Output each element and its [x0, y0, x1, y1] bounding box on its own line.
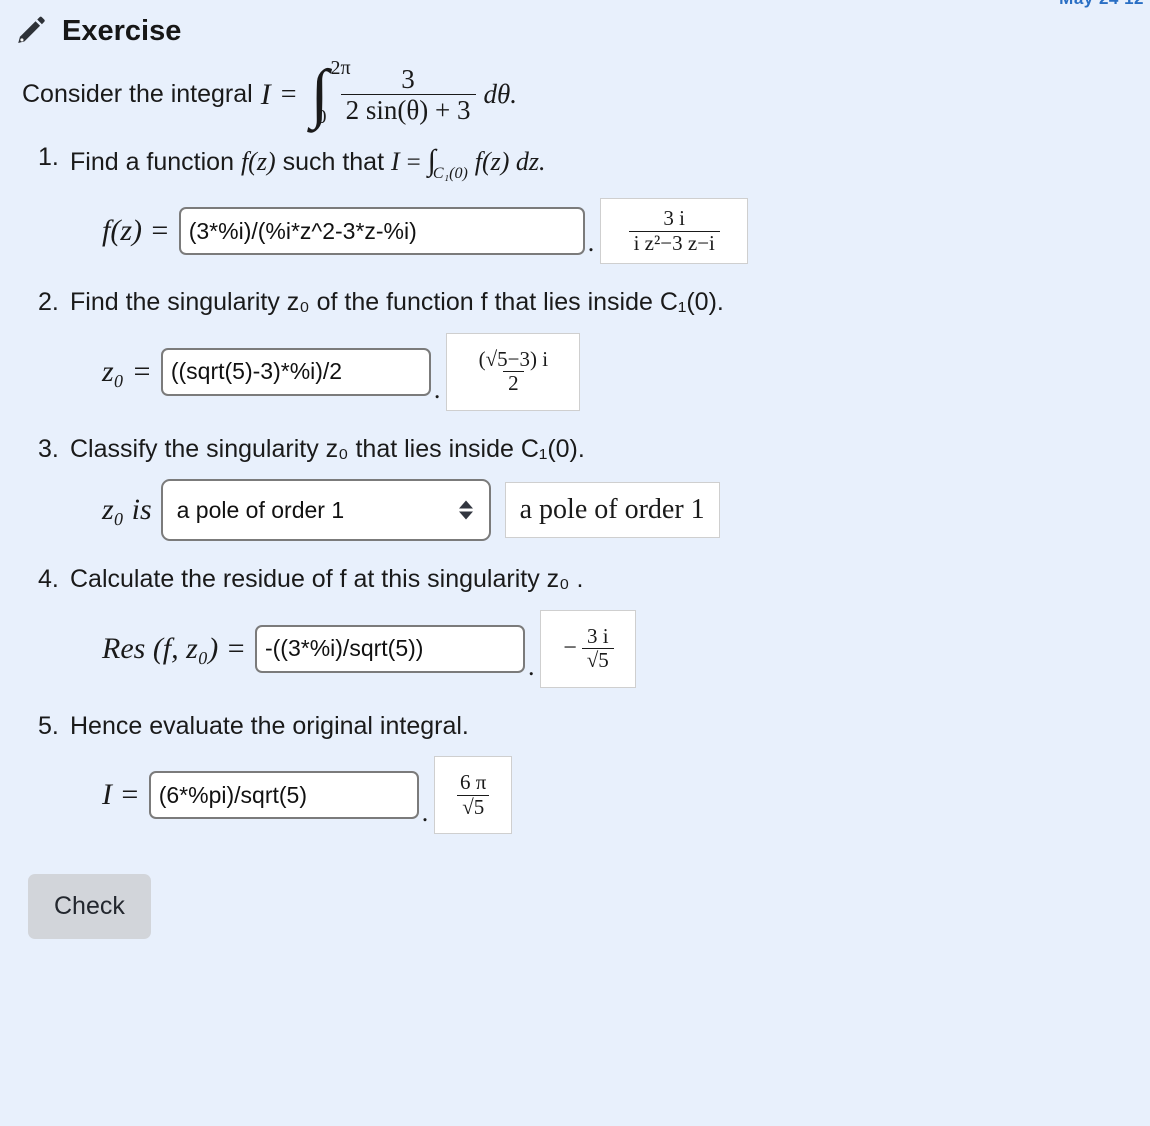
question-5-prompt: 5. Hence evaluate the original integral.	[38, 710, 1150, 743]
question-1-prompt: 1. Find a function f(z) such that I = ∫C…	[38, 141, 1150, 184]
intro-variable: I	[260, 77, 271, 111]
question-3-number: 3.	[38, 434, 59, 463]
question-1-answer-label: f(z) =	[102, 214, 170, 248]
preview-5-numerator: 6 π	[460, 770, 487, 795]
question-3-answer-row: z₀ is a pole of order 1 a pole of order …	[70, 479, 1150, 542]
question-5-answer-label: I =	[102, 778, 140, 812]
integral-differential: dθ.	[483, 79, 518, 110]
question-3: 3. Classify the singularity z₀ that lies…	[0, 433, 1150, 542]
question-2-prompt: 2. Find the singularity z₀ of the functi…	[38, 286, 1150, 319]
answer-input-1[interactable]	[178, 207, 585, 256]
intro-statement: Consider the integral I = ∫ 2π 0 3 2 sin(θ…	[0, 48, 1150, 131]
intro-lead-text: Consider the integral	[22, 80, 253, 109]
question-list: 1. Find a function f(z) such that I = ∫C…	[0, 125, 1150, 835]
question-4-answer-label: Res (f, z₀) =	[102, 631, 246, 665]
question-3-answer-label: z₀ is	[102, 493, 152, 527]
cut-off-top-text: May 24 12	[1059, 0, 1144, 9]
contour-integral: ∫C₁(0)	[428, 141, 468, 184]
preview-5-denominator: √5	[457, 794, 490, 820]
question-3-prompt: 3. Classify the singularity z₀ that lies…	[38, 433, 1150, 466]
answer-input-2[interactable]	[160, 347, 431, 396]
answer-preview-3: a pole of order 1	[504, 482, 720, 539]
integral-upper-limit: 2π	[330, 57, 351, 80]
preview-4-numerator: 3 i	[586, 623, 609, 648]
integral-lower-limit: 0	[316, 106, 327, 129]
question-1-text-c: f(z) dz.	[474, 147, 546, 177]
answer-select-wrap-3: a pole of order 1	[160, 479, 491, 542]
question-1-I: I	[390, 147, 400, 177]
preview-1-numerator: 3 i	[663, 206, 686, 231]
pencil-icon	[14, 14, 48, 48]
question-2-number: 2.	[38, 288, 59, 317]
check-button[interactable]: Check	[28, 874, 151, 940]
question-1-text-b: such that	[282, 148, 385, 177]
answer-input-4[interactable]	[254, 624, 525, 673]
answer-preview-4: − 3 i √5	[540, 609, 637, 688]
integrand-fraction: 3 2 sin(θ) + 3	[340, 64, 476, 125]
question-1-text-a: Find a function	[70, 148, 234, 177]
question-4-answer-row: Res (f, z₀) = . − 3 i √5	[70, 609, 1150, 688]
question-2-answer-row: z₀ = . (√5−3) i 2	[70, 332, 1150, 411]
question-2: 2. Find the singularity z₀ of the functi…	[0, 286, 1150, 411]
question-5-period: .	[421, 798, 429, 828]
question-4: 4. Calculate the residue of f at this si…	[0, 563, 1150, 688]
answer-preview-2: (√5−3) i 2	[446, 332, 581, 411]
question-2-period: .	[433, 374, 441, 404]
question-5-answer-row: I = . 6 π √5	[70, 756, 1150, 835]
integrand-denominator: 2 sin(θ) + 3	[340, 94, 476, 125]
preview-2-fraction: (√5−3) i 2	[474, 346, 553, 396]
question-1-fz: f(z)	[240, 147, 276, 177]
intro-integral: ∫ 2π 0 3 2 sin(θ) + 3 dθ.	[310, 57, 518, 131]
preview-4-fraction: 3 i √5	[581, 623, 614, 673]
preview-2-denominator: 2	[503, 371, 524, 396]
answer-select-3[interactable]: a pole of order 1	[160, 479, 491, 542]
integral-sign: ∫ 2π 0	[310, 57, 351, 131]
preview-4-sign: −	[563, 635, 577, 662]
question-5: 5. Hence evaluate the original integral.…	[0, 710, 1150, 835]
check-button-wrap: Check	[0, 856, 1150, 940]
preview-5-fraction: 6 π √5	[455, 771, 491, 819]
intro-equals: =	[280, 78, 297, 110]
question-2-answer-label: z₀ =	[102, 354, 152, 388]
question-4-text: Calculate the residue of f at this singu…	[70, 565, 584, 594]
preview-3-text: a pole of order 1	[519, 494, 705, 526]
answer-preview-5: 6 π √5	[434, 756, 513, 835]
preview-2-numerator: (√5−3) i	[478, 346, 549, 371]
preview-1-fraction: 3 i i z²−3 z−i	[628, 206, 720, 256]
integrand-numerator: 3	[401, 64, 415, 94]
question-1-equals: =	[406, 149, 421, 177]
question-5-text: Hence evaluate the original integral.	[70, 711, 469, 740]
question-4-prompt: 4. Calculate the residue of f at this si…	[38, 563, 1150, 596]
exercise-header: Exercise	[0, 0, 1150, 48]
question-2-text: Find the singularity z₀ of the function …	[70, 288, 724, 317]
question-1-answer-row: f(z) = . 3 i i z²−3 z−i	[70, 198, 1150, 265]
contour-integral-subscript: C₁(0)	[432, 164, 468, 182]
question-5-number: 5.	[38, 711, 59, 740]
question-1-number: 1.	[38, 143, 59, 172]
question-4-number: 4.	[38, 565, 59, 594]
preview-1-denominator: i z²−3 z−i	[628, 230, 720, 256]
answer-input-5[interactable]	[148, 771, 419, 820]
question-1-period: .	[587, 228, 595, 258]
page-title: Exercise	[62, 14, 182, 47]
answer-preview-1: 3 i i z²−3 z−i	[600, 198, 749, 265]
preview-4-denominator: √5	[581, 648, 614, 673]
question-3-text: Classify the singularity z₀ that lies in…	[70, 434, 585, 463]
question-4-period: .	[527, 651, 535, 681]
question-1: 1. Find a function f(z) such that I = ∫C…	[0, 141, 1150, 265]
